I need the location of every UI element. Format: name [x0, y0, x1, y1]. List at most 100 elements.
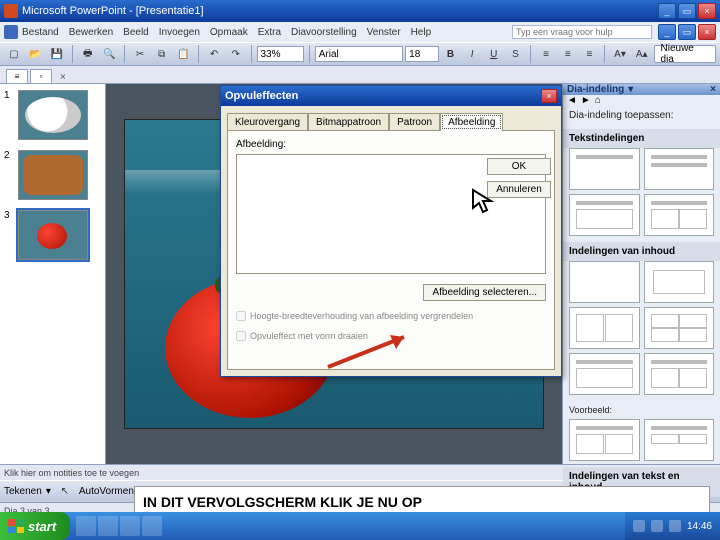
quicklaunch-icon[interactable] [142, 516, 162, 536]
print-icon[interactable]: 🖶 [78, 44, 98, 64]
select-icon[interactable]: ↖ [55, 482, 75, 502]
menu-edit[interactable]: Bewerken [69, 27, 113, 38]
apply-layout-label: Dia-indeling toepassen: [569, 110, 714, 121]
lock-ratio-label: Hoogte-breedteverhouding van afbeelding … [250, 311, 473, 321]
increase-font-icon[interactable]: A▴ [632, 44, 652, 64]
save-icon[interactable]: 💾 [47, 44, 67, 64]
slide-thumb-2[interactable] [18, 150, 88, 200]
ok-button[interactable]: OK [487, 158, 551, 175]
bold-icon[interactable]: B [441, 44, 461, 64]
quicklaunch-icon[interactable] [98, 516, 118, 536]
layout-thumb[interactable] [644, 353, 715, 395]
copy-icon[interactable]: ⧉ [152, 44, 172, 64]
layout-thumb[interactable] [569, 307, 640, 349]
tab-gradient[interactable]: Kleurovergang [227, 113, 308, 131]
clock: 14:46 [687, 521, 712, 532]
draw-menu[interactable]: Tekenen [4, 486, 42, 497]
menu-help[interactable]: Help [411, 27, 432, 38]
layout-thumb[interactable] [569, 148, 640, 190]
app-doc-icon [4, 25, 18, 39]
menu-insert[interactable]: Invoegen [159, 27, 200, 38]
minimize-button[interactable]: _ [658, 3, 676, 19]
taskpane-close-icon[interactable]: × [710, 84, 716, 95]
tab-picture[interactable]: Afbeelding [440, 113, 503, 131]
undo-icon[interactable]: ↶ [204, 44, 224, 64]
system-tray: 14:46 [625, 512, 720, 540]
font-select[interactable]: Arial [315, 46, 403, 62]
panel-close-icon[interactable]: × [60, 72, 66, 83]
doc-close-button[interactable]: × [698, 24, 716, 40]
zoom-select[interactable]: 33% [257, 46, 304, 62]
rotate-fill-checkbox [236, 331, 246, 341]
decrease-font-icon[interactable]: A▾ [610, 44, 630, 64]
layout-thumb[interactable] [569, 419, 640, 461]
new-slide-button[interactable]: Nieuwe dia [654, 45, 717, 63]
align-center-icon[interactable]: ≡ [558, 44, 578, 64]
layout-thumb[interactable] [569, 353, 640, 395]
cancel-label: Annuleren [496, 184, 542, 195]
italic-icon[interactable]: I [462, 44, 482, 64]
menu-window[interactable]: Venster [367, 27, 401, 38]
taskpane-home-icon[interactable]: ⌂ [595, 95, 601, 106]
ok-label: OK [512, 161, 526, 172]
align-right-icon[interactable]: ≡ [580, 44, 600, 64]
standard-toolbar: ▢ 📂 💾 🖶 🔍 ✂ ⧉ 📋 ↶ ↷ 33% Arial 18 B I U S… [0, 42, 720, 66]
tab-pattern[interactable]: Patroon [389, 113, 440, 131]
select-picture-button[interactable]: Afbeelding selecteren... [423, 284, 546, 301]
doc-minimize-button[interactable]: _ [658, 24, 676, 40]
maximize-button[interactable]: ▭ [678, 3, 696, 19]
underline-icon[interactable]: U [484, 44, 504, 64]
quicklaunch-icon[interactable] [120, 516, 140, 536]
slide-panel: 1 2 3 [0, 84, 106, 464]
tray-icon[interactable] [651, 520, 663, 532]
tray-icon[interactable] [669, 520, 681, 532]
font-size-select[interactable]: 18 [405, 46, 439, 62]
quicklaunch-icon[interactable] [76, 516, 96, 536]
cut-icon[interactable]: ✂ [130, 44, 150, 64]
slide-thumb-1[interactable] [18, 90, 88, 140]
layout-thumb[interactable] [569, 194, 640, 236]
new-slide-label: Nieuwe dia [661, 43, 710, 65]
taskpane-dropdown-icon[interactable]: ▾ [628, 84, 633, 95]
autoshapes-menu[interactable]: AutoVormen [79, 486, 134, 497]
layout-thumb[interactable] [644, 148, 715, 190]
window-titlebar: Microsoft PowerPoint - [Presentatie1] _ … [0, 0, 720, 22]
close-button[interactable]: × [698, 3, 716, 19]
dialog-close-icon[interactable]: × [541, 89, 557, 103]
menu-file[interactable]: Bestand [22, 27, 59, 38]
new-icon[interactable]: ▢ [4, 44, 24, 64]
menu-format[interactable]: Opmaak [210, 27, 248, 38]
menu-slideshow[interactable]: Diavoorstelling [291, 27, 357, 38]
tray-icon[interactable] [633, 520, 645, 532]
task-pane: Dia-indeling ▾ × ◄ ► ⌂ Dia-indeling toep… [562, 84, 720, 464]
paste-icon[interactable]: 📋 [174, 44, 194, 64]
menu-tools[interactable]: Extra [258, 27, 281, 38]
tab-texture[interactable]: Bitmappatroon [308, 113, 389, 131]
doc-restore-button[interactable]: ▭ [678, 24, 696, 40]
layout-thumb[interactable] [569, 261, 640, 303]
windows-logo-icon [8, 519, 24, 533]
start-button[interactable]: start [0, 512, 70, 540]
layout-thumb[interactable] [644, 419, 715, 461]
picture-label: Afbeelding: [236, 139, 546, 150]
align-left-icon[interactable]: ≡ [536, 44, 556, 64]
menu-view[interactable]: Beeld [123, 27, 149, 38]
outline-tab[interactable]: ≡ [6, 69, 28, 83]
layout-thumb[interactable] [644, 307, 715, 349]
dialog-title: Opvuleffecten [225, 90, 541, 102]
redo-icon[interactable]: ↷ [226, 44, 246, 64]
slides-tab[interactable]: ▫ [30, 69, 52, 83]
help-search-input[interactable] [512, 25, 652, 39]
slide-thumb-3[interactable] [18, 210, 88, 260]
taskpane-back-icon[interactable]: ◄ [567, 95, 577, 106]
menu-bar: Bestand Bewerken Beeld Invoegen Opmaak E… [0, 22, 720, 42]
preview-icon[interactable]: 🔍 [100, 44, 120, 64]
layout-thumb[interactable] [644, 194, 715, 236]
taskpane-fwd-icon[interactable]: ► [581, 95, 591, 106]
panel-tabs: ≡ ▫ × [0, 66, 720, 84]
shadow-icon[interactable]: S [506, 44, 526, 64]
open-icon[interactable]: 📂 [26, 44, 46, 64]
layout-thumb[interactable] [644, 261, 715, 303]
select-picture-label: Afbeelding selecteren... [432, 287, 537, 298]
section-text-layouts: Tekstindelingen [563, 129, 720, 148]
